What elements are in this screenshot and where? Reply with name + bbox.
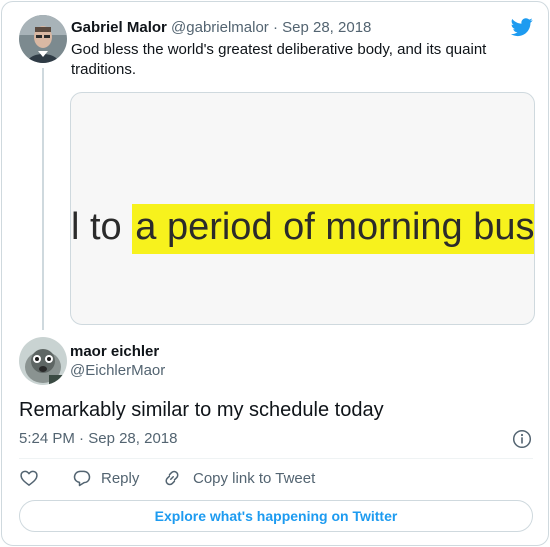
thread-connector-line [42, 68, 44, 330]
copy-link-button[interactable]: Copy link to Tweet [162, 468, 315, 488]
separator-dot: · [79, 430, 85, 447]
separator-dot: · [272, 19, 278, 36]
tweet-embed-card: Gabriel Malor @gabrielmalor · Sep 28, 20… [1, 1, 549, 546]
explore-twitter-button[interactable]: Explore what's happening on Twitter [19, 500, 533, 532]
info-icon[interactable] [512, 429, 532, 449]
reply-label: Reply [101, 469, 140, 487]
author-name[interactable]: maor eichler [70, 343, 159, 360]
tweet-date[interactable]: Sep 28, 2018 [282, 19, 371, 36]
media-text-line: l to a period of morning busin [71, 203, 534, 254]
reply-button[interactable]: Reply [72, 468, 139, 488]
media-prefix-text: l to [71, 206, 133, 248]
tweet1-header: Gabriel Malor @gabrielmalor · Sep 28, 20… [71, 19, 371, 36]
divider [19, 458, 533, 459]
media-highlighted-text: a period of morning busin [132, 204, 534, 254]
tweet-date: Sep 28, 2018 [88, 430, 178, 447]
link-icon [165, 470, 179, 486]
profile-photo-gabriel [19, 15, 67, 63]
author-name[interactable]: Gabriel Malor [71, 19, 167, 36]
twitter-bird-icon[interactable] [510, 16, 534, 38]
author-handle[interactable]: @gabrielmalor [171, 19, 269, 36]
tweet-timestamp[interactable]: 5:24 PM · Sep 28, 2018 [19, 430, 177, 447]
tweet-media-image[interactable]: l to a period of morning busin [70, 92, 535, 325]
avatar[interactable] [19, 15, 67, 63]
tweet-time: 5:24 PM [19, 430, 75, 447]
heart-icon [20, 470, 38, 486]
reply-bubble-icon [73, 470, 91, 487]
copy-link-label: Copy link to Tweet [193, 469, 316, 487]
author-handle[interactable]: @EichlerMaor [70, 362, 165, 379]
profile-photo-maor [19, 337, 67, 385]
tweet1-text: God bless the world's greatest deliberat… [71, 41, 487, 78]
avatar[interactable] [19, 337, 67, 385]
like-button[interactable] [19, 468, 39, 488]
tweet2-text: Remarkably similar to my schedule today [19, 399, 384, 421]
